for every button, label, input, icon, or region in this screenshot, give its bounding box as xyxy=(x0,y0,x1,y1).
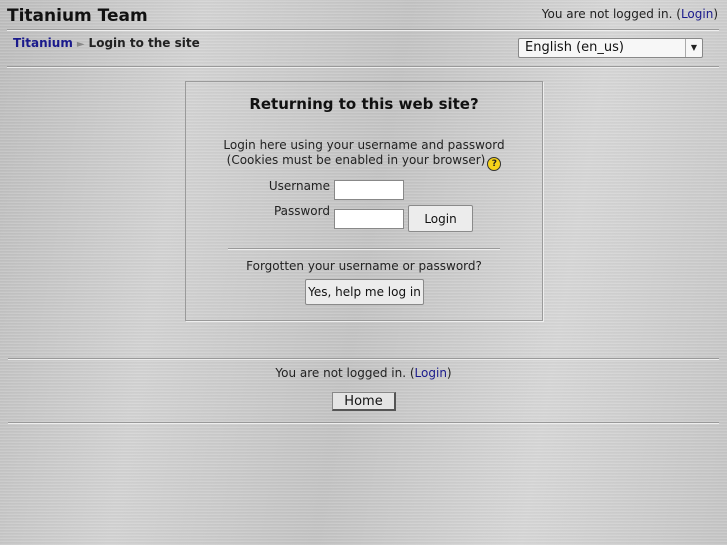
language-select[interactable]: English (en_us) ▼ xyxy=(518,38,703,58)
chevron-down-icon[interactable]: ▼ xyxy=(685,39,702,57)
login-description-line2: (Cookies must be enabled in your browser… xyxy=(226,153,486,167)
breadcrumb: Titanium ► Login to the site xyxy=(13,36,200,50)
login-button[interactable]: Login xyxy=(408,205,473,232)
breadcrumb-separator-icon: ► xyxy=(76,39,85,50)
username-label: Username xyxy=(268,179,330,193)
footer-login-info-text: You are not logged in. ( xyxy=(275,366,415,380)
footer-divider-bottom xyxy=(8,422,719,424)
login-box: Returning to this web site? Login here u… xyxy=(185,81,543,321)
header-login-info-suffix: ) xyxy=(713,7,718,21)
password-input[interactable] xyxy=(334,209,404,229)
help-icon[interactable]: ? xyxy=(487,157,502,171)
username-input[interactable] xyxy=(334,180,404,200)
home-button[interactable]: Home xyxy=(332,392,396,411)
login-description-line2-wrap: (Cookies must be enabled in your browser… xyxy=(186,153,542,171)
header-login-link[interactable]: Login xyxy=(681,7,713,21)
header-login-info-text: You are not logged in. ( xyxy=(541,7,681,21)
password-label: Password xyxy=(273,204,330,218)
login-description: Login here using your username and passw… xyxy=(186,138,542,171)
login-description-line1: Login here using your username and passw… xyxy=(223,138,505,152)
forgot-password-button[interactable]: Yes, help me log in xyxy=(305,279,424,305)
footer-login-link[interactable]: Login xyxy=(415,366,447,380)
language-select-value: English (en_us) xyxy=(525,40,624,55)
footer-login-info-suffix: ) xyxy=(446,366,452,380)
breadcrumb-current: Login to the site xyxy=(88,36,200,50)
forgot-password-text: Forgotten your username or password? xyxy=(246,259,482,273)
site-title: Titanium Team xyxy=(7,6,148,26)
login-heading: Returning to this web site? xyxy=(249,95,479,113)
header-login-info: You are not logged in. (Login) xyxy=(542,7,718,21)
footer-login-info: You are not logged in. (Login) xyxy=(0,366,727,380)
login-box-divider xyxy=(228,248,500,250)
breadcrumb-home-link[interactable]: Titanium xyxy=(13,36,73,50)
footer-divider-top xyxy=(8,358,719,360)
navbar: Titanium ► Login to the site English (en_u… xyxy=(7,29,719,67)
